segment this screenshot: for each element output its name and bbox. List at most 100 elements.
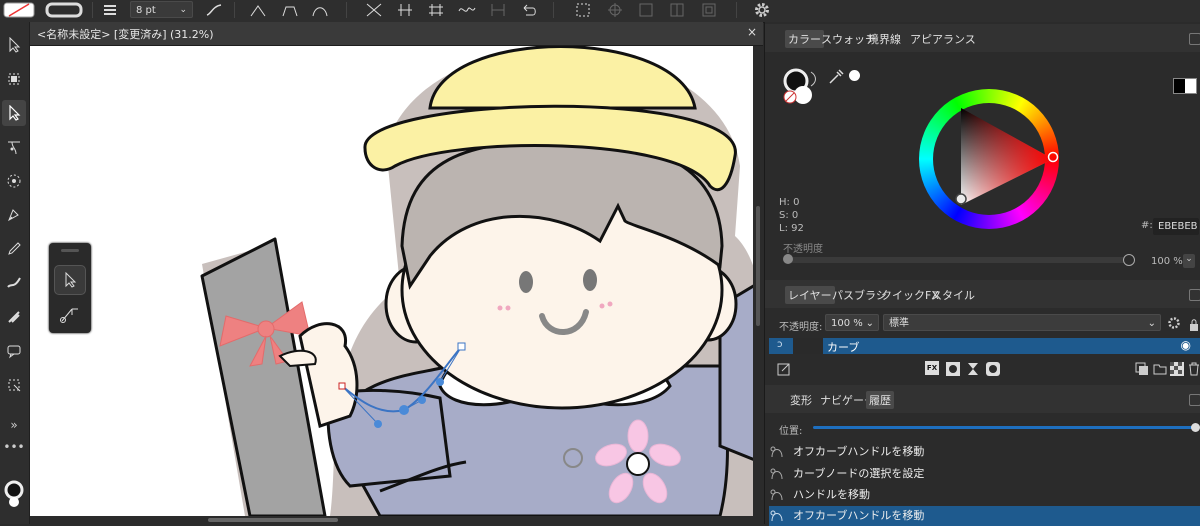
- drag-handle[interactable]: [61, 249, 79, 252]
- stroke-swatch[interactable]: [44, 0, 84, 20]
- chevron-down-icon[interactable]: ⌄: [1183, 254, 1195, 268]
- join-curves-icon[interactable]: [455, 0, 479, 20]
- chevron-down-icon: ⌄: [1147, 318, 1156, 329]
- history-curve-icon: [770, 510, 783, 522]
- curve-layer-icon: ↄ: [777, 339, 783, 350]
- history-position-slider[interactable]: [813, 423, 1200, 432]
- panel-expand-icon[interactable]: [1189, 33, 1200, 45]
- color-wheel[interactable]: [919, 89, 1059, 229]
- sharp-node-icon[interactable]: [246, 0, 270, 20]
- document-title: <名称未設定> [変更済み] (31.2%): [37, 28, 214, 41]
- vector-brush-tool-icon[interactable]: [2, 270, 26, 296]
- close-icon[interactable]: ×: [747, 25, 757, 39]
- current-color-dot[interactable]: [849, 70, 860, 81]
- tab-transform[interactable]: 変形: [787, 391, 815, 409]
- stroke-width-select[interactable]: 8 pt ⌄: [130, 1, 193, 18]
- snap-icon[interactable]: [603, 0, 627, 20]
- undo-path-icon[interactable]: [517, 0, 541, 20]
- panel-expand-icon[interactable]: [1189, 394, 1200, 406]
- chevron-down-icon: ⌄: [179, 5, 187, 15]
- history-item-selected[interactable]: オフカーブハンドルを移動: [769, 506, 1200, 526]
- history-item-label: オフカーブハンドルを移動: [793, 509, 925, 522]
- color-swap-swatch[interactable]: [1173, 78, 1197, 94]
- layer-name: カーブ: [827, 341, 860, 354]
- history-item-label: ハンドルを移動: [793, 488, 870, 501]
- lightness-value: L: 92: [779, 223, 804, 234]
- document-tab[interactable]: <名称未設定> [変更済み] (31.2%) ×: [30, 22, 763, 46]
- color-swatches-icon[interactable]: [2, 478, 26, 508]
- align-icon-2[interactable]: [665, 0, 689, 20]
- speech-bubble-tool-icon[interactable]: [2, 338, 26, 364]
- stroke-lines-icon[interactable]: [98, 0, 122, 20]
- mask-icon[interactable]: [946, 361, 960, 376]
- align-icon-1[interactable]: [634, 0, 658, 20]
- smooth-node-icon[interactable]: [278, 0, 302, 20]
- close-curve-icon[interactable]: [393, 0, 417, 20]
- history-position-label: 位置:: [779, 426, 803, 437]
- node-tool-icon[interactable]: [2, 100, 26, 126]
- horizontal-scrollbar[interactable]: [30, 516, 753, 524]
- hue-value: H: 0: [779, 197, 800, 208]
- tab-history[interactable]: 履歴: [866, 391, 894, 409]
- artboard-tool-icon[interactable]: [2, 66, 26, 92]
- live-filter-icon[interactable]: [986, 361, 1000, 376]
- layer-opacity-select[interactable]: 100 % ⌄: [825, 314, 879, 331]
- history-curve-icon: [770, 468, 783, 480]
- gear-icon[interactable]: [1167, 315, 1181, 329]
- corner-tool-icon[interactable]: [2, 168, 26, 194]
- vertical-scrollbar[interactable]: [753, 46, 763, 516]
- hex-input[interactable]: EBEBEB: [1153, 218, 1199, 235]
- move-tool-icon[interactable]: [2, 32, 26, 58]
- lock-icon[interactable]: [1189, 316, 1199, 331]
- smart-node-icon[interactable]: [308, 0, 332, 20]
- gear-icon[interactable]: [750, 0, 774, 20]
- duplicate-icon[interactable]: [1135, 361, 1149, 375]
- chevron-down-icon: ⌄: [865, 318, 874, 329]
- history-item[interactable]: ハンドルを移動: [769, 485, 1200, 505]
- trash-icon[interactable]: [1188, 361, 1200, 376]
- canvas[interactable]: [30, 46, 753, 516]
- pencil-tool-icon[interactable]: [2, 236, 26, 262]
- selection-box-icon[interactable]: [571, 0, 595, 20]
- saturation-value: S: 0: [779, 210, 799, 221]
- more-tools-icon[interactable]: »: [2, 418, 26, 432]
- overflow-dots-icon[interactable]: •••: [2, 440, 26, 454]
- history-item[interactable]: カーブノードの選択を設定: [769, 464, 1200, 484]
- tab-stroke[interactable]: 境界線: [865, 30, 904, 48]
- layer-row[interactable]: ↄ カーブ ◉: [769, 338, 1200, 354]
- pen-tool-icon[interactable]: [2, 202, 26, 228]
- history-item[interactable]: オフカーブハンドルを移動: [769, 442, 1200, 462]
- blend-mode-select[interactable]: 標準 ⌄: [883, 314, 1161, 331]
- color-opacity-slider[interactable]: [783, 254, 1135, 266]
- hex-value: EBEBEB: [1158, 221, 1198, 232]
- node-transform-icon[interactable]: [58, 303, 80, 325]
- reverse-curve-icon[interactable]: [486, 0, 510, 20]
- adjustment-icon[interactable]: [966, 361, 980, 375]
- panel-expand-icon[interactable]: [1189, 289, 1200, 301]
- history-curve-icon: [770, 446, 783, 458]
- crop-tool-icon[interactable]: [2, 372, 26, 398]
- tab-styles[interactable]: スタイル: [928, 286, 978, 304]
- layer-thumbnail: [793, 338, 823, 354]
- align-icon-3[interactable]: [697, 0, 721, 20]
- color-opacity-value: 100 %: [1151, 256, 1183, 267]
- checker-icon[interactable]: [1170, 361, 1184, 376]
- tab-appearance[interactable]: アピアランス: [907, 30, 979, 48]
- pressure-icon[interactable]: [202, 0, 226, 20]
- layers-panel-tabs: レイヤー パスブラシ クイックFX スタイル: [765, 280, 1200, 308]
- tab-layers[interactable]: レイヤー: [785, 286, 835, 304]
- fill-swatch[interactable]: [2, 0, 36, 20]
- break-curve-icon[interactable]: [362, 0, 386, 20]
- fill-tool-icon[interactable]: [2, 304, 26, 330]
- point-transform-tool-icon[interactable]: [2, 134, 26, 160]
- eyedropper-icon[interactable]: [827, 68, 845, 86]
- right-panels: カラー スウォッチ 境界線 アピアランス H: 0 S: 0 L: 92 #: …: [764, 22, 1200, 526]
- fill-stroke-wells[interactable]: [781, 66, 821, 106]
- folder-icon[interactable]: [1153, 361, 1167, 375]
- smooth-curve-icon[interactable]: [424, 0, 448, 20]
- edit-icon[interactable]: [777, 361, 791, 376]
- eye-icon[interactable]: ◉: [1181, 338, 1191, 352]
- node-select-icon[interactable]: [54, 265, 86, 295]
- fx-icon[interactable]: FX: [925, 361, 939, 375]
- history-curve-icon: [770, 489, 783, 501]
